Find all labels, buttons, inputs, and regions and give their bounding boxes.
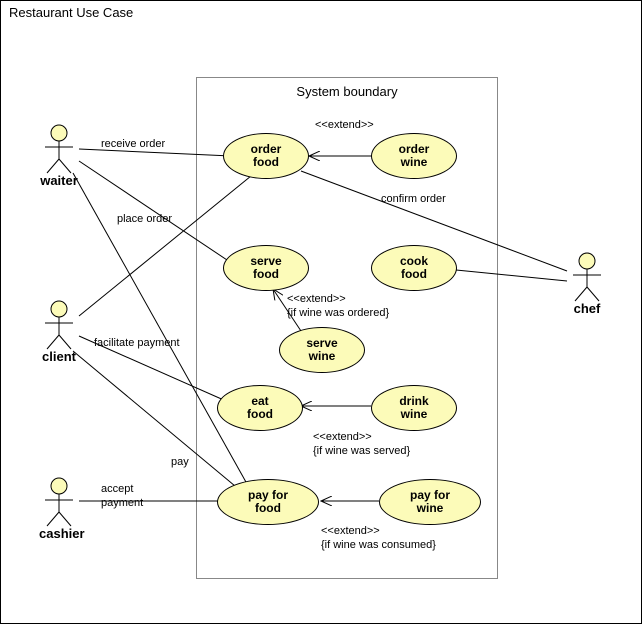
actor-icon — [567, 251, 607, 303]
label-extend3-cond: {if wine was served} — [313, 445, 410, 457]
actor-chef: chef — [567, 251, 607, 316]
label-extend3: <<extend>> — [313, 431, 372, 443]
actor-label: client — [39, 349, 79, 364]
label-extend1: <<extend>> — [315, 119, 374, 131]
diagram-frame: Restaurant Use Case System boundary wait… — [0, 0, 642, 624]
label-extend2: <<extend>> — [287, 293, 346, 305]
actor-icon — [39, 476, 79, 528]
actor-label: chef — [567, 301, 607, 316]
usecase-order-food: orderfood — [223, 133, 309, 179]
usecase-serve-food: servefood — [223, 245, 309, 291]
label-extend2-cond: {if wine was ordered} — [287, 307, 389, 319]
label-accept-l2: payment — [101, 497, 143, 509]
usecase-pay-for-food: pay forfood — [217, 479, 319, 525]
usecase-eat-food: eatfood — [217, 385, 303, 431]
label-accept-l1: accept — [101, 483, 133, 495]
actor-waiter: waiter — [39, 123, 79, 188]
usecase-cook-food: cookfood — [371, 245, 457, 291]
actor-label: cashier — [39, 526, 85, 541]
actor-client: client — [39, 299, 79, 364]
usecase-serve-wine: servewine — [279, 327, 365, 373]
label-confirm-order: confirm order — [381, 193, 446, 205]
actor-icon — [39, 299, 79, 351]
label-place-order: place order — [117, 213, 172, 225]
actor-label: waiter — [39, 173, 79, 188]
usecase-order-wine: orderwine — [371, 133, 457, 179]
actor-icon — [39, 123, 79, 175]
usecase-drink-wine: drinkwine — [371, 385, 457, 431]
label-pay: pay — [171, 456, 189, 468]
label-extend4-cond: {if wine was consumed} — [321, 539, 436, 551]
diagram-title: Restaurant Use Case — [9, 5, 133, 20]
usecase-pay-for-wine: pay forwine — [379, 479, 481, 525]
label-receive-order: receive order — [101, 138, 165, 150]
actor-cashier: cashier — [39, 476, 85, 541]
label-extend4: <<extend>> — [321, 525, 380, 537]
label-facilitate-payment: facilitate payment — [94, 337, 180, 349]
system-boundary-title: System boundary — [197, 84, 497, 99]
